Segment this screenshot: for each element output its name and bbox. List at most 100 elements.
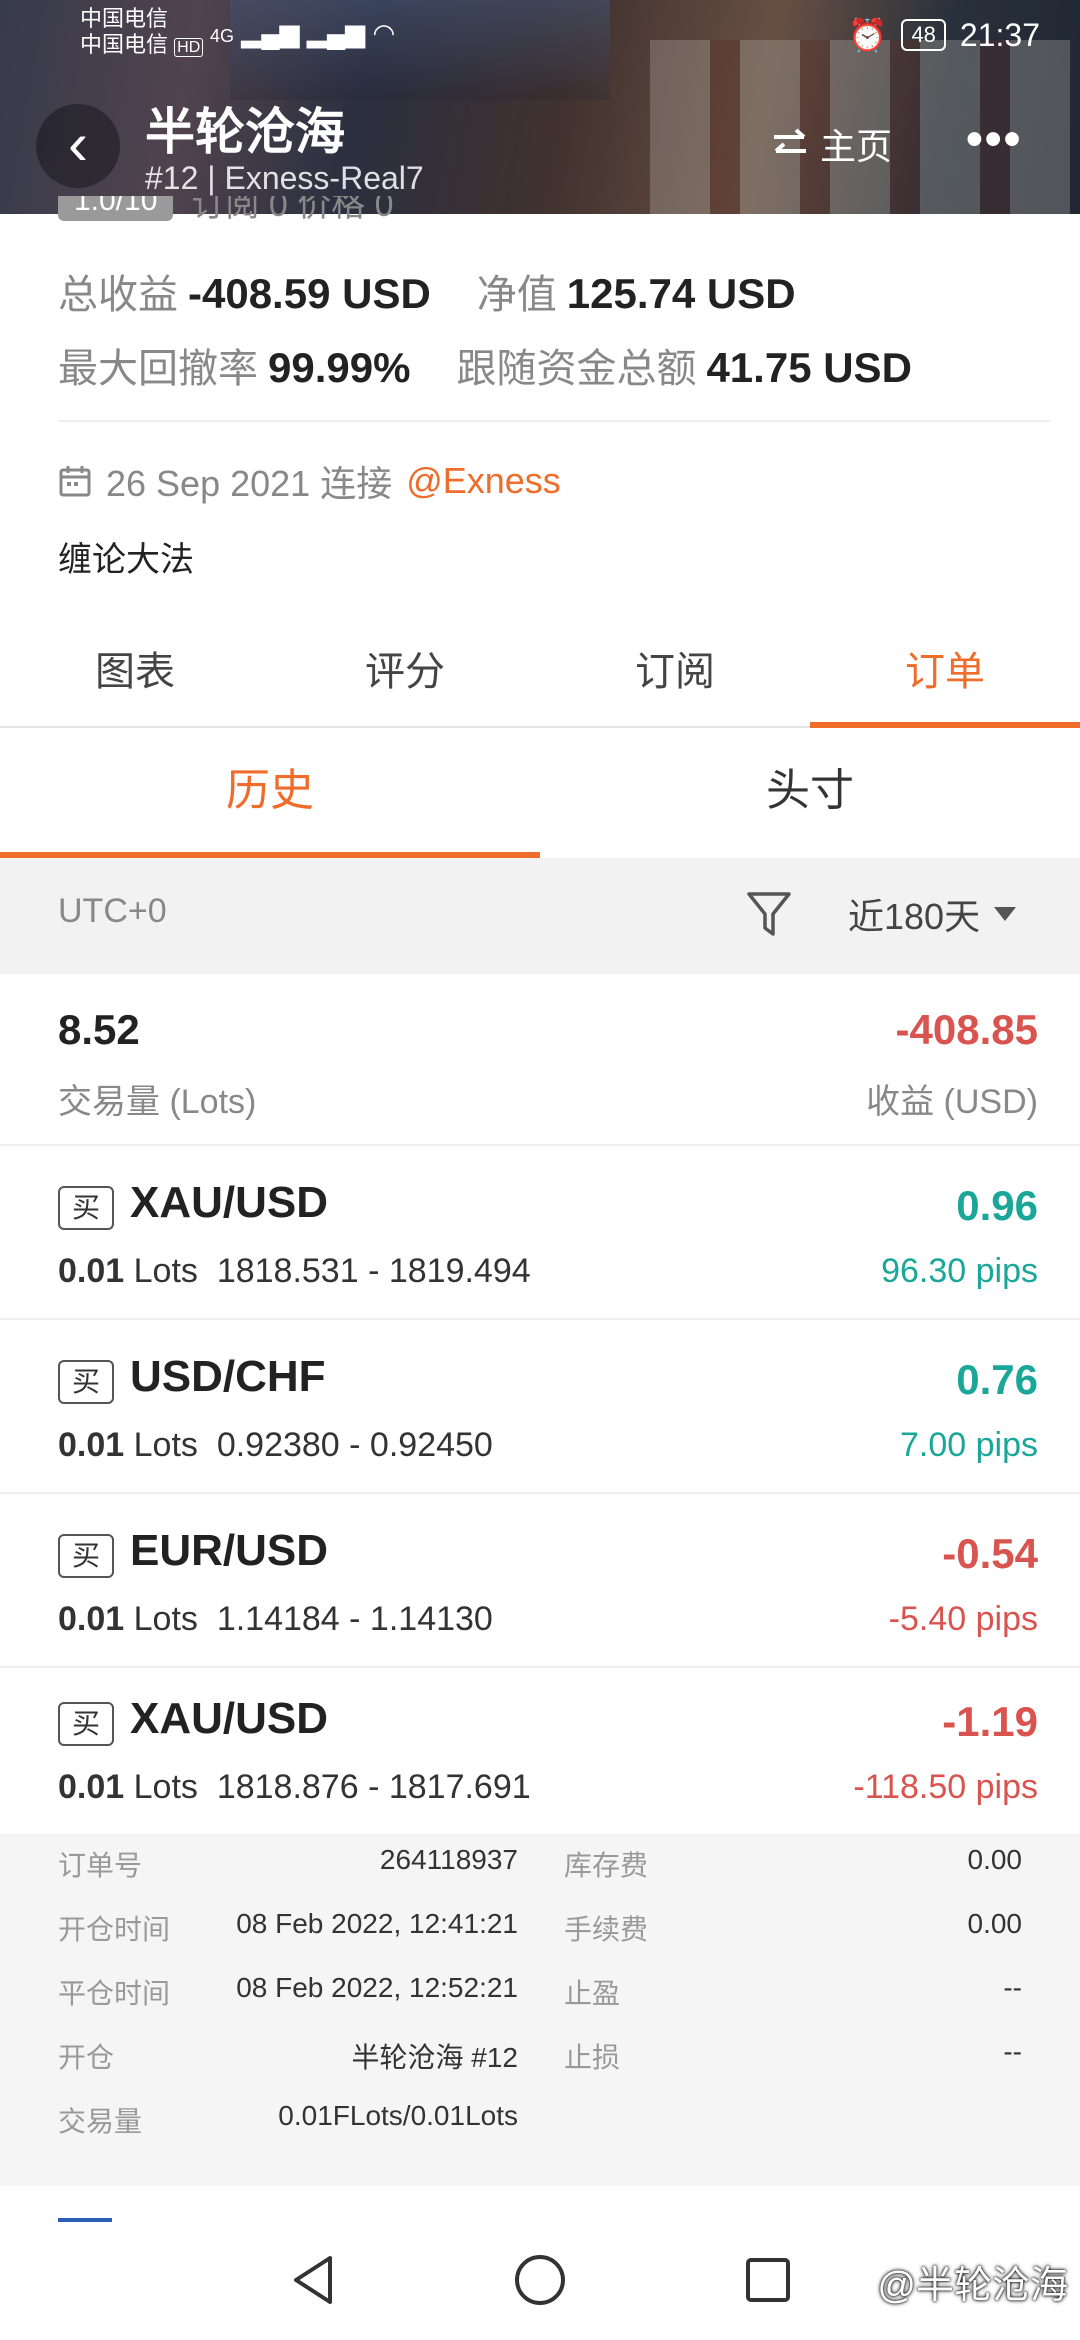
order-unit: Lots [133,1426,198,1464]
date-range-value: 近180天 [848,896,981,937]
follow-total-value: 41.75 USD [706,344,912,391]
detail-row: 开仓时间 08 Feb 2022, 12:41:21 手续费 0.00 [0,1908,1080,1968]
fee-value: 0.00 [967,1908,1023,1939]
buy-badge: 买 [58,1534,114,1578]
profile-header: 中国电信 中国电信 HD 4G ▂▄▆ ▂▄▆ ◠ ⏰ 48 21:37 ‹ 半… [0,0,1080,214]
filter-funnel-icon[interactable] [745,888,793,940]
order-lots-range: 0.01 Lots 1818.876 - 1817.691 [58,1768,531,1807]
filter-bar: UTC+0 近180天 [0,858,1080,974]
total-profit-value: -408.59 USD [188,270,431,317]
order-profit: -0.54 [942,1530,1038,1577]
more-options-button[interactable]: ••• [966,112,1022,167]
watermark-text: @半轮沧海 [877,2265,1068,2307]
detail-row: 开仓 半轮沧海 #12 止损 -- [0,2036,1080,2096]
order-unit: Lots [133,1768,198,1806]
hd-badge: HD [174,38,204,57]
open-time-label: 开仓时间 [58,1914,171,1945]
strategy-description: 缠论大法 [58,541,194,579]
order-symbol: XAU/USD [130,1178,329,1227]
status-right: ⏰ 48 21:37 [848,16,1040,54]
order-symbol: EUR/USD [130,1526,329,1575]
order-row[interactable]: 买 XAU/USD 0.01 Lots 1818.531 - 1819.494 … [0,1148,1080,1320]
order-row[interactable]: 买 EUR/USD 0.01 Lots 1.14184 - 1.14130 -0… [0,1496,1080,1668]
order-price-range: 1.14184 - 1.14130 [216,1600,493,1638]
nav-home-icon[interactable] [512,2252,568,2308]
close-time-label: 平仓时间 [58,1978,171,2009]
equity-value: 125.74 USD [566,270,796,317]
nav-recent-icon[interactable] [744,2256,792,2304]
order-pips: -5.40 pips [888,1600,1038,1638]
order-detail-panel: 订单号 264118937 库存费 0.00 开仓时间 08 Feb 2022,… [0,1834,1080,2186]
order-price-range: 1818.876 - 1817.691 [216,1768,531,1806]
tab-chart[interactable]: 图表 [0,620,270,726]
fee-label: 手续费 [564,1914,649,1945]
total-lots-label: 交易量 (Lots) [58,1083,257,1121]
order-unit: Lots [133,1252,198,1290]
total-lots: 8.52 [58,1006,140,1053]
more-icon: ••• [966,113,1023,166]
open-by-label: 开仓 [58,2042,115,2073]
order-lots: 0.01 [58,1252,125,1290]
stop-loss-value: -- [1003,2036,1022,2067]
tab-orders[interactable]: 订单 [810,620,1080,728]
detail-row: 交易量 0.01FLots/0.01Lots [0,2100,1080,2160]
stop-loss-label: 止损 [564,2042,621,2073]
drawdown-follow-row: 最大回撤率 99.99% 跟随资金总额 41.75 USD [58,336,912,394]
max-drawdown-label: 最大回撤率 [58,347,258,391]
open-by-value: 半轮沧海 #12 [351,2042,519,2073]
date-range-select[interactable]: 近180天 [848,888,1017,940]
swap-label: 库存费 [564,1850,649,1881]
order-symbol: USD/CHF [130,1352,326,1401]
total-profit: -408.85 [895,1006,1038,1053]
order-pips: -118.50 pips [853,1768,1038,1806]
status-bar: 中国电信 中国电信 HD 4G ▂▄▆ ▂▄▆ ◠ ⏰ 48 21:37 [0,0,1080,70]
order-row[interactable]: 买 USD/CHF 0.01 Lots 0.92380 - 0.92450 0.… [0,1322,1080,1494]
buy-badge: 买 [58,1360,114,1404]
carrier-text: 中国电信 中国电信 HD [80,6,204,61]
profit-equity-row: 总收益 -408.59 USD 净值 125.74 USD [58,262,796,320]
alarm-icon: ⏰ [847,17,888,53]
order-no-value: 264118937 [379,1844,518,1875]
account-subtitle: #12 | Exness-Real7 [145,160,424,196]
chevron-left-icon: ‹ [68,110,88,177]
order-unit: Lots [133,1600,198,1638]
tab-subscribe[interactable]: 订阅 [540,620,810,726]
order-row-expanded[interactable]: 买 XAU/USD 0.01 Lots 1818.876 - 1817.691 … [0,1664,1080,1836]
back-button[interactable]: ‹ [36,104,120,188]
broker-link[interactable]: @Exness [406,460,561,502]
connect-date: 26 Sep 2021 连接 [106,463,393,504]
history-totals: 8.52 交易量 (Lots) -408.85 收益 (USD) [0,976,1080,1146]
order-lots-range: 0.01 Lots 0.92380 - 0.92450 [58,1426,493,1465]
timezone-label: UTC+0 [58,892,167,930]
order-profit: 0.96 [956,1182,1038,1229]
take-profit-label: 止盈 [564,1978,621,2009]
detail-row: 订单号 264118937 库存费 0.00 [0,1844,1080,1904]
home-button[interactable]: 主页 [770,118,892,170]
total-profit-label: 收益 (USD) [866,1083,1038,1121]
buy-badge: 买 [58,1702,114,1746]
nav-back-icon[interactable] [286,2252,342,2308]
order-pips: 96.30 pips [881,1252,1038,1290]
network-type: 4G [210,26,235,46]
swap-arrows-icon [774,128,806,153]
subtab-positions[interactable]: 头寸 [540,730,1080,858]
page-title: 半轮沧海 [145,104,345,160]
open-time-value: 08 Feb 2022, 12:41:21 [236,1908,518,1939]
order-price-range: 0.92380 - 0.92450 [216,1426,493,1464]
volume-label: 交易量 [58,2106,143,2137]
signal-icon: 4G ▂▄▆ ▂▄▆ ◠ [210,18,396,48]
max-drawdown-value: 99.99% [268,344,411,391]
follow-total-label: 跟随资金总额 [456,347,697,391]
total-profit-label: 总收益 [58,273,178,317]
dropdown-caret-icon [994,907,1017,921]
system-nav-bar: @半轮沧海 [0,2222,1080,2340]
order-lots-range: 0.01 Lots 1.14184 - 1.14130 [58,1600,493,1639]
order-profit: 0.76 [956,1356,1038,1403]
tab-rating[interactable]: 评分 [270,620,540,726]
order-profit: -1.19 [942,1698,1038,1745]
order-lots-range: 0.01 Lots 1818.531 - 1819.494 [58,1252,531,1291]
rating-badge: 1.0/10 [58,196,174,221]
subscription-text: 订阅 0 价格 0 [191,196,394,224]
order-lots: 0.01 [58,1600,125,1638]
subtab-history[interactable]: 历史 [0,730,540,858]
